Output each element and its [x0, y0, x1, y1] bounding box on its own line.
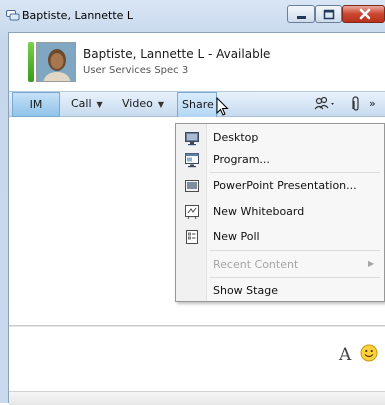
- minimize-icon: [297, 16, 306, 19]
- call-label: Call: [71, 97, 92, 110]
- font-button[interactable]: A: [339, 345, 351, 365]
- chevron-right-icon: ▶: [368, 259, 375, 268]
- share-menu: Desktop Program... PowerPoint Presentati…: [175, 123, 385, 302]
- mouse-pointer-icon: [216, 97, 229, 116]
- chevron-down-icon: ▼: [96, 100, 103, 109]
- maximize-button[interactable]: [315, 5, 342, 23]
- menu-item-label: Program...: [213, 153, 270, 166]
- close-icon: [359, 8, 371, 20]
- conversation-window: Baptiste, Lannette L Baptiste, Lannette …: [0, 0, 385, 405]
- menu-item-label: New Whiteboard: [213, 205, 305, 218]
- more-options-button[interactable]: »: [369, 92, 376, 117]
- menu-item-new-poll[interactable]: New Poll: [176, 226, 384, 248]
- emoticon-icon[interactable]: [360, 344, 378, 362]
- menu-item-desktop[interactable]: Desktop: [176, 127, 384, 149]
- contact-photo: [37, 43, 75, 81]
- menu-item-label: Show Stage: [213, 284, 278, 297]
- people-icon: [314, 96, 334, 110]
- menu-item-label: Recent Content: [213, 258, 299, 271]
- menu-item-label: New Poll: [213, 230, 260, 243]
- share-button[interactable]: Share: [177, 92, 217, 118]
- avatar[interactable]: [36, 42, 76, 82]
- menu-item-show-stage[interactable]: Show Stage: [176, 280, 384, 302]
- window-title: Baptiste, Lannette L: [22, 9, 134, 22]
- powerpoint-icon: [185, 180, 199, 192]
- contact-name-status: Baptiste, Lannette L - Available: [83, 47, 271, 61]
- program-window-icon: [185, 153, 199, 168]
- contact-job-title: User Services Spec 3: [83, 65, 189, 76]
- video-button[interactable]: Video ▼: [122, 92, 164, 117]
- share-label: Share: [182, 98, 214, 111]
- title-bar[interactable]: Baptiste, Lannette L: [0, 0, 385, 32]
- im-button[interactable]: IM: [12, 92, 60, 117]
- minimize-button[interactable]: [287, 5, 315, 23]
- menu-item-label: PowerPoint Presentation...: [213, 179, 357, 192]
- call-button[interactable]: Call ▼: [71, 92, 103, 117]
- menu-item-recent-content: Recent Content ▶: [176, 254, 384, 276]
- conversation-window-icon: [6, 10, 20, 21]
- menu-separator: [210, 250, 380, 251]
- close-button[interactable]: [342, 5, 385, 23]
- whiteboard-icon: [185, 205, 199, 220]
- contact-header: Baptiste, Lannette L - Available User Se…: [9, 33, 385, 91]
- menu-separator: [210, 172, 380, 173]
- people-options-button[interactable]: [313, 92, 337, 117]
- message-compose-area[interactable]: [9, 327, 385, 391]
- paperclip-icon: [352, 96, 359, 111]
- poll-icon: [186, 230, 198, 244]
- attachment-button[interactable]: [349, 92, 361, 117]
- chevron-down-icon: ▼: [157, 100, 164, 109]
- menu-item-program[interactable]: Program...: [176, 149, 384, 171]
- presence-indicator: [28, 42, 34, 82]
- video-label: Video: [122, 97, 153, 110]
- menu-separator: [210, 277, 380, 278]
- monitor-icon: [185, 132, 199, 146]
- menu-item-new-whiteboard[interactable]: New Whiteboard: [176, 201, 384, 223]
- maximize-icon: [323, 9, 335, 20]
- conversation-toolbar: IM Call ▼ Video ▼ Share »: [9, 91, 385, 118]
- menu-item-label: Desktop: [213, 131, 259, 144]
- menu-item-powerpoint[interactable]: PowerPoint Presentation...: [176, 175, 384, 197]
